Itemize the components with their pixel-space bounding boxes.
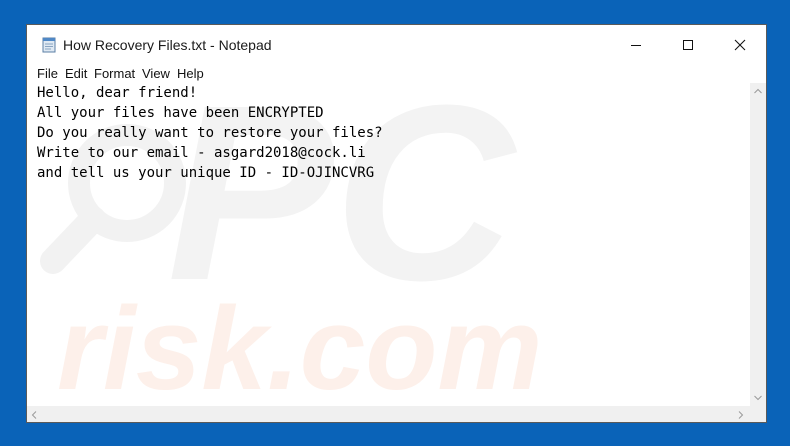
maximize-icon (683, 40, 693, 50)
chevron-up-icon (754, 88, 762, 94)
scrollbar-corner (750, 406, 766, 422)
chevron-down-icon (754, 395, 762, 401)
menu-help[interactable]: Help (177, 66, 204, 81)
maximize-button[interactable] (665, 25, 711, 65)
menu-format[interactable]: Format (94, 66, 135, 81)
scroll-down-arrow[interactable] (750, 390, 766, 406)
scroll-up-arrow[interactable] (750, 83, 766, 99)
minimize-button[interactable] (613, 25, 659, 65)
chevron-left-icon (31, 411, 37, 419)
text-editor[interactable]: PC risk.com Hello, dear friend! All your… (27, 83, 750, 406)
close-button[interactable] (717, 25, 763, 65)
chevron-right-icon (738, 411, 744, 419)
text-line: Write to our email - asgard2018@cock.li (37, 145, 366, 161)
menu-view[interactable]: View (142, 66, 170, 81)
horizontal-scrollbar[interactable] (27, 406, 750, 422)
text-line: and tell us your unique ID - ID-OJINCVRG (37, 165, 375, 181)
menu-edit[interactable]: Edit (65, 66, 87, 81)
vertical-scrollbar[interactable] (750, 83, 766, 406)
window-title: How Recovery Files.txt - Notepad (63, 37, 272, 53)
notepad-icon (41, 37, 57, 53)
minimize-icon (631, 45, 641, 46)
text-line: Hello, dear friend! (37, 85, 198, 101)
notepad-window: How Recovery Files.txt - Notepad File Ed… (26, 24, 767, 423)
title-bar[interactable]: How Recovery Files.txt - Notepad (27, 25, 766, 65)
text-line: All your files have been ENCRYPTED (37, 105, 324, 121)
text-line: Do you really want to restore your files… (37, 125, 383, 141)
scroll-right-arrow[interactable] (734, 406, 750, 422)
watermark-bottom: risk.com (57, 283, 542, 406)
close-icon (734, 39, 746, 51)
scroll-left-arrow[interactable] (27, 406, 43, 422)
menu-file[interactable]: File (37, 66, 58, 81)
menu-bar: File Edit Format View Help (27, 65, 766, 83)
